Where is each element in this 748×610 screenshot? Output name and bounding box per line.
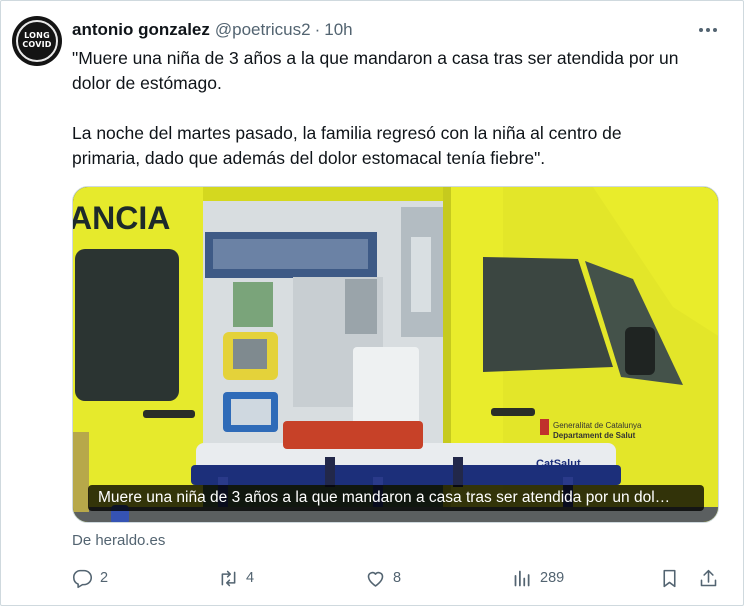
media-caption[interactable]: Muere una niña de 3 años a la que mandar… [88,485,704,511]
reply-icon [72,569,93,588]
link-card-image[interactable]: ANCIA Generalitat de Catalunya Departame… [72,186,719,523]
views-chart-icon [514,570,530,586]
tweet-text-line: La noche del martes pasado, la familia r… [72,123,622,143]
door-text-line1: Generalitat de Catalunya [553,421,642,430]
link-source[interactable]: De heraldo.es [72,532,165,549]
more-options-icon[interactable] [697,20,719,40]
retweet-icon [221,570,236,586]
avatar[interactable]: LONG COVID [12,16,62,66]
ambulance-photo: ANCIA Generalitat de Catalunya Departame… [73,187,718,522]
header-separator: · [314,20,321,39]
bookmark-icon [663,569,676,587]
retweet-count: 4 [246,570,255,586]
share-icon [700,569,717,586]
tweet-header: antonio gonzalez @poetricus2 · 10h [72,19,353,41]
heart-icon [367,571,384,587]
reply-count: 2 [100,570,109,586]
views-count: 289 [540,570,565,586]
like-button[interactable]: 8 [365,565,401,591]
tweet-text: "Muere una niña de 3 años a la que manda… [72,46,732,171]
share-button[interactable] [698,565,719,591]
retweet-button[interactable]: 4 [218,565,254,591]
tweet-text-line: "Muere una niña de 3 años a la que manda… [72,48,679,68]
author-handle[interactable]: @poetricus2 [215,20,311,40]
views-button[interactable]: 289 [512,565,564,591]
ambulance-sign-text: ANCIA [73,200,170,236]
like-count: 8 [393,570,402,586]
avatar-text-long: LONG [24,31,50,40]
tweet-text-line: primaria, dado que además del dolor esto… [72,148,546,168]
tweet-timestamp[interactable]: 10h [324,20,352,40]
tweet-text-line: dolor de estómago. [72,73,222,93]
door-text-line2: Departament de Salut [553,431,636,440]
tweet-actions-bar: 2 4 8 289 [72,565,722,591]
stretcher-text: CatSalut [536,458,581,470]
avatar-text-covid: COVID [22,40,52,49]
bookmark-button[interactable] [659,565,680,591]
reply-button[interactable]: 2 [72,565,108,591]
author-display-name[interactable]: antonio gonzalez [72,20,210,40]
